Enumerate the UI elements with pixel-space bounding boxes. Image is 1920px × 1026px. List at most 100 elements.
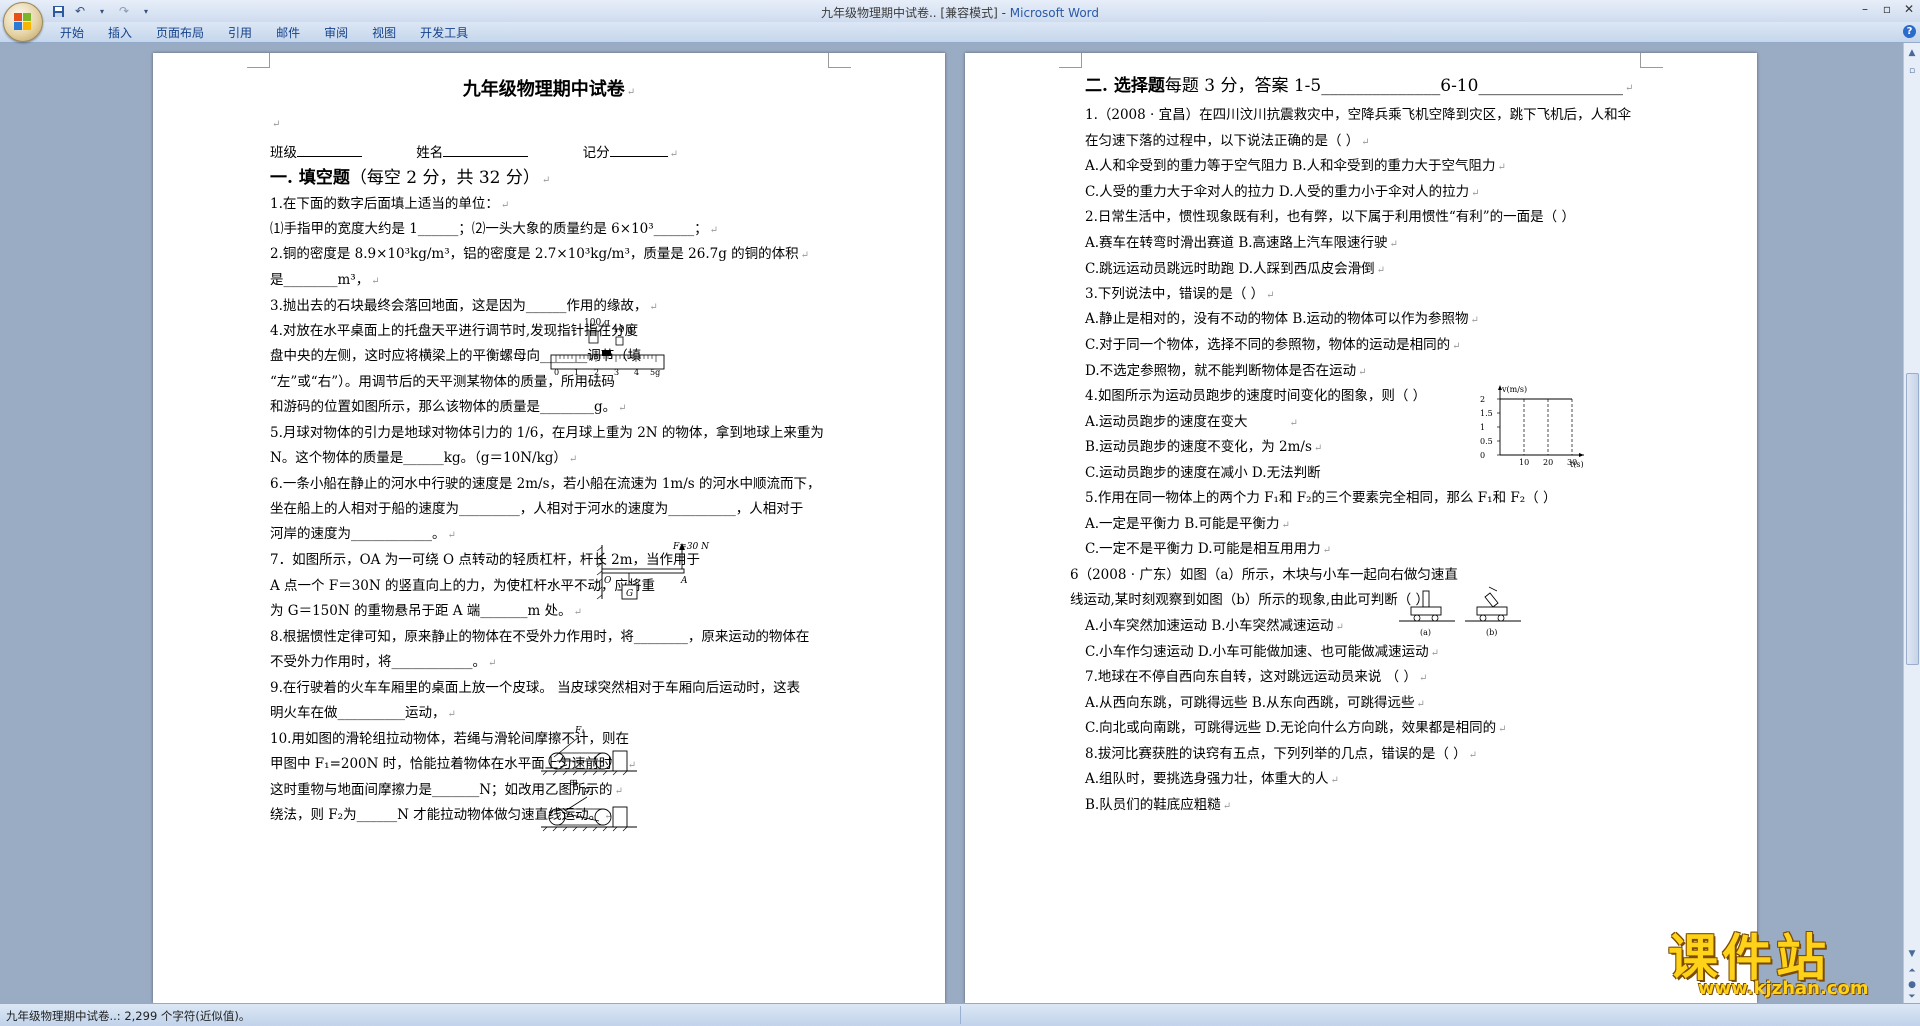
watermark-url: www.kjzhan.com (1698, 978, 1869, 999)
figure-jia-label: 甲 (569, 779, 578, 790)
close-icon[interactable]: ✕ (1898, 0, 1920, 18)
option-line: A.赛车在转弯时滑出赛道 B.高速路上汽车限速行驶 ↵ (1085, 235, 1398, 251)
question-line: N。这个物体的质量是______kg。（g＝10N/kg） ↵ (270, 450, 578, 466)
x-tick-label: 30 (1567, 458, 1577, 467)
question-line: 和游码的位置如图所示，那么该物体的质量是________g。 ↵ (270, 399, 627, 415)
x-tick-label: 10 (1519, 458, 1529, 467)
balance-scale-figure: 100 g 10 g 0 1 2 3 4 5g (550, 318, 665, 377)
cart-b-label: (b) (1486, 628, 1497, 637)
question-line: 5.作用在同一物体上的两个力 F₁和 F₂的三个要素完全相同，那么 F₁和 F₂… (1085, 490, 1557, 506)
name-blank[interactable] (443, 143, 529, 157)
option-line: A.静止是相对的，没有不动的物体 B.运动的物体可以作为参照物 ↵ (1085, 311, 1479, 327)
question-line: 7.地球在不停自西向东自转，这对跳远运动员来说 （ ） ↵ (1085, 669, 1428, 685)
ruler-toggle-icon[interactable]: ▫ (1906, 65, 1918, 77)
tab-page-layout[interactable]: 页面布局 (144, 25, 216, 41)
class-blank[interactable] (297, 143, 362, 157)
tab-review[interactable]: 审阅 (312, 25, 360, 41)
crop-mark (1059, 53, 1082, 68)
document-page-1[interactable]: 九年级物理期中试卷 ↵ ↵ 班级 姓名 记分 ↵ 一. 填空题（每空 2 分，共 3… (153, 53, 945, 1003)
question-line: 河岸的速度为____________。 ↵ (270, 526, 456, 542)
question-line: 9.在行驶着的火车车厢里的桌面上放一个皮球。 当皮球突然相对于车厢向后运动时，这… (270, 680, 801, 696)
velocity-time-graph: v(m/s) t(s) 21.510.5010 20 30 (1480, 385, 1584, 468)
pivot-label: O (604, 576, 612, 586)
svg-text:5g: 5g (650, 368, 660, 377)
option-line: A.一定是平衡力 B.可能是平衡力 ↵ (1085, 516, 1290, 532)
question-line: 3.抛出去的石块最终会落回地面，这是因为______作用的缘故， ↵ (270, 298, 658, 314)
question-line: 线运动,某时刻观察到如图（b）所示的现象,由此可判断（ ） (1070, 592, 1430, 608)
office-button[interactable] (3, 2, 43, 42)
vertical-scrollbar[interactable]: ▲ ▫ ▼ ⏶ ● ⏷ (1903, 43, 1920, 1003)
section-1-heading: 一. 填空题（每空 2 分，共 32 分） ↵ (270, 168, 551, 188)
question-line: 是________m³， ↵ (270, 272, 380, 288)
svg-text:3: 3 (614, 368, 619, 377)
score-label: 记分 (582, 145, 610, 161)
window-controls: – ▫ ✕ (1854, 0, 1920, 18)
question-line: 4.如图所示为运动员跑步的速度时间变化的图象，则（ ） (1085, 388, 1427, 404)
question-line: 5.月球对物体的引力是地球对物体引力的 1/6，在月球上重为 2N 的物体，拿到… (270, 425, 824, 441)
question-line: 坐在船上的人相对于船的速度为_________，人相对于河水的速度为______… (270, 501, 804, 517)
crop-mark (828, 53, 851, 68)
cart-a-label: (a) (1420, 628, 1431, 637)
tab-view[interactable]: 视图 (360, 25, 408, 41)
svg-text:0: 0 (554, 368, 559, 377)
crop-mark (1640, 53, 1663, 68)
point-a-label: A (680, 576, 688, 586)
svg-text:1: 1 (574, 368, 579, 377)
y-tick-label: 1.5 (1480, 409, 1493, 418)
y-tick-label: 2 (1480, 395, 1485, 404)
option-line: C.向北或向南跳，可跳得远些 D.无论向什么方向跳，效果都是相同的 ↵ (1085, 720, 1507, 736)
tab-references[interactable]: 引用 (216, 25, 264, 41)
tab-mailings[interactable]: 邮件 (264, 25, 312, 41)
status-text: 九年级物理期中试卷..: 2,299 个字符(近似值)。 (6, 1009, 251, 1023)
force-f1-label: F₁ (574, 726, 585, 736)
question-line: 明火车在做__________运动， ↵ (270, 705, 456, 721)
scrollbar-thumb[interactable] (1906, 373, 1919, 665)
weight-label-100g: 100 g (584, 318, 610, 328)
x-tick-label: 20 (1543, 458, 1553, 467)
question-line: 6.一条小船在静止的河水中行驶的速度是 2m/s，若小船在流速为 1m/s 的河… (270, 476, 821, 492)
student-info-line: 班级 姓名 记分 ↵ (270, 143, 678, 161)
document-page-2[interactable]: 二. 选择题每题 3 分，答案 1-5______________6-10___… (965, 53, 1757, 1003)
tab-developer[interactable]: 开发工具 (408, 25, 480, 41)
status-divider (960, 1006, 961, 1024)
option-line: A.人和伞受到的重力等于空气阻力 B.人和伞受到的重力大于空气阻力 ↵ (1085, 158, 1506, 174)
pulley-figure: F₁ 甲 F₂ (541, 726, 637, 832)
document-workspace[interactable]: 九年级物理期中试卷 ↵ ↵ 班级 姓名 记分 ↵ 一. 填空题（每空 2 分，共 3… (0, 43, 1904, 1003)
y-tick-label: 0.5 (1480, 437, 1493, 446)
minimize-icon[interactable]: – (1854, 0, 1876, 18)
option-line: C.对于同一个物体，选择不同的参照物，物体的运动是相同的 ↵ (1085, 337, 1461, 353)
question-line: 2.铜的密度是 8.9×10³kg/m³，铝的密度是 2.7×10³kg/m³，… (270, 246, 810, 262)
svg-text:2: 2 (594, 368, 599, 377)
option-line: B.队员们的鞋底应粗糙 ↵ (1085, 797, 1232, 813)
force-label: F=30 N (672, 542, 710, 552)
score-blank[interactable] (609, 143, 668, 157)
document-title: 九年级物理期中试卷.. [兼容模式] - (820, 6, 1010, 20)
title-bar: ↶ ▾ ↷ ▾ 九年级物理期中试卷.. [兼容模式] - Microsoft W… (0, 0, 1920, 22)
weight-label-10g: 10 g (613, 325, 633, 335)
maximize-icon[interactable]: ▫ (1876, 0, 1898, 18)
option-line: C.人受的重力大于伞对人的拉力 D.人受的重力小于伞对人的拉力 ↵ (1085, 184, 1480, 200)
name-label: 姓名 (416, 145, 444, 161)
question-line: 1.（2008 · 宜昌）在四川汶川抗震救灾中，空降兵乘飞机空降到灾区，跳下飞机… (1085, 107, 1632, 123)
window-title: 九年级物理期中试卷.. [兼容模式] - Microsoft Word (0, 4, 1920, 21)
option-line: A.从西向东跳，可跳得远些 B.从东向西跳，可跳得远些 ↵ (1085, 695, 1425, 711)
tab-insert[interactable]: 插入 (96, 25, 144, 41)
option-line: A.运动员跑步的速度在变大 ↵ (1085, 414, 1298, 430)
rider-slider (602, 351, 611, 356)
class-label: 班级 (270, 145, 297, 161)
option-line: C.跳远运动员跳远时助跑 D.人踩到西瓜皮会滑倒 ↵ (1085, 261, 1385, 277)
office-logo-icon (14, 13, 32, 31)
help-icon[interactable]: ? (1903, 25, 1916, 38)
cart-figure: (a) (b) (1399, 586, 1521, 637)
tab-home[interactable]: 开始 (48, 25, 96, 41)
status-bar: 九年级物理期中试卷..: 2,299 个字符(近似值)。 (0, 1003, 1920, 1026)
weight-g-label: G (626, 589, 633, 599)
scroll-up-icon[interactable]: ▲ (1906, 47, 1918, 59)
question-line: 在匀速下落的过程中，以下说法正确的是（ ） ↵ (1085, 133, 1370, 149)
y-tick-label: 1 (1480, 423, 1485, 432)
section-2-heading: 二. 选择题每题 3 分，答案 1-5______________6-10___… (1085, 76, 1634, 96)
option-line: A.小车突然加速运动 B.小车突然减速运动 ↵ (1085, 618, 1344, 634)
option-line: B.运动员跑步的速度不变化，为 2m/s ↵ (1085, 439, 1323, 455)
app-name: Microsoft Word (1009, 6, 1100, 20)
option-line: C.小车作匀速运动 D.小车可能做加速、也可能做减速运动 ↵ (1085, 644, 1439, 660)
